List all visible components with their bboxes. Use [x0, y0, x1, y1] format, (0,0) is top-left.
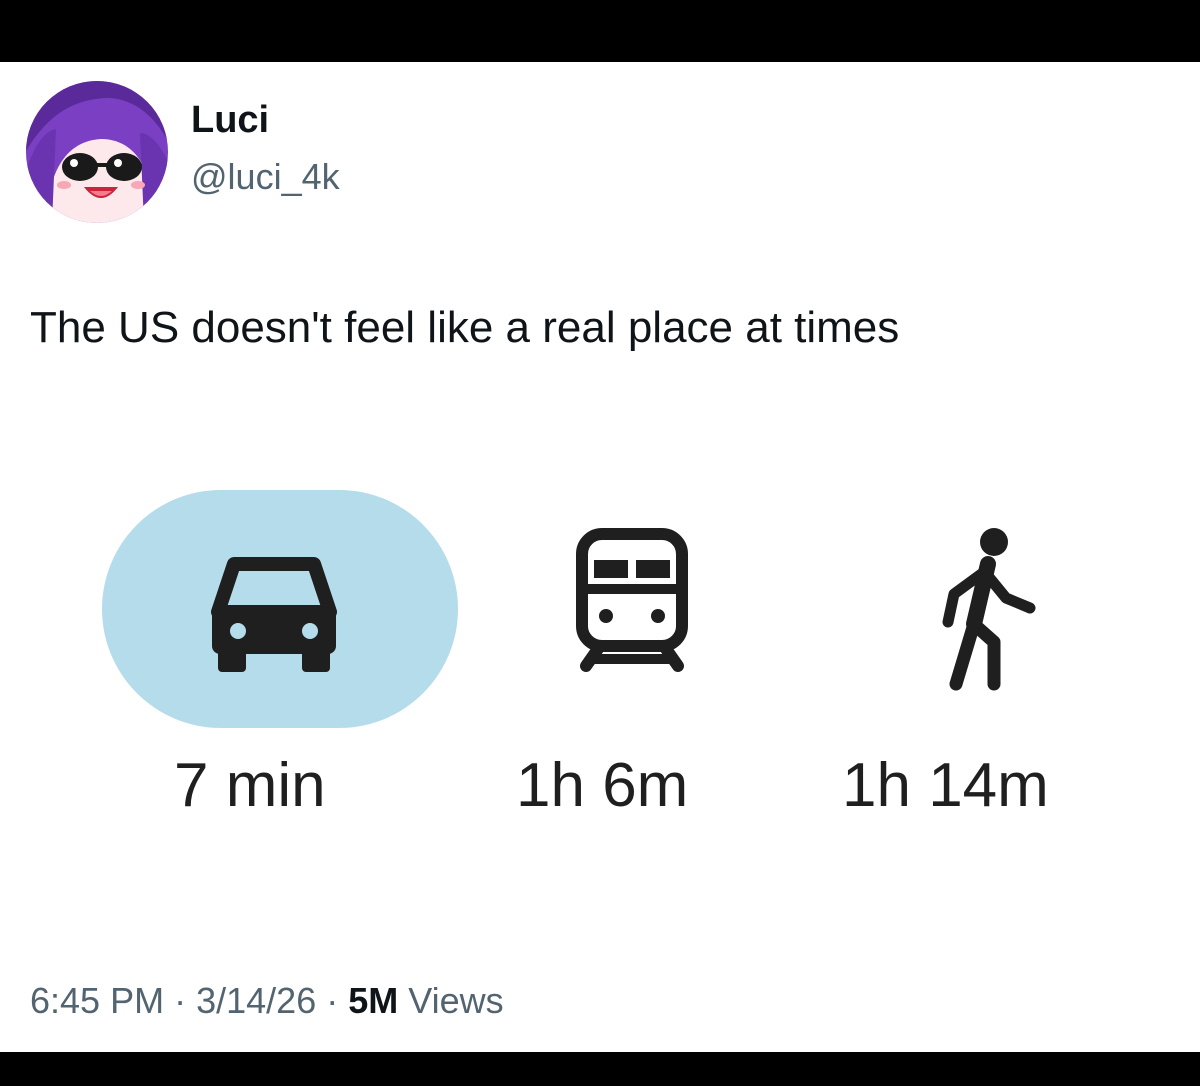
walking-person-icon: [934, 524, 1044, 699]
tweet-text: The US doesn't feel like a real place at…: [30, 303, 900, 352]
views-count: 5M: [348, 980, 399, 1021]
views-label: Views: [408, 980, 504, 1021]
author-handle[interactable]: @luci_4k: [191, 156, 340, 198]
car-duration: 7 min: [174, 751, 326, 820]
tweet-time[interactable]: 6:45 PM: [30, 980, 164, 1021]
tweet-media-travel-modes[interactable]: 7 min 1h 6m 1h 14m: [0, 482, 1200, 882]
tweet-card: Luci @luci_4k The US doesn't feel like a…: [0, 62, 1200, 1052]
transit-duration: 1h 6m: [516, 751, 689, 820]
train-icon: [572, 524, 692, 679]
meta-separator: ·: [326, 980, 339, 1021]
avatar[interactable]: [26, 81, 168, 223]
walk-duration: 1h 14m: [842, 751, 1049, 820]
tweet-date[interactable]: 3/14/26: [196, 980, 316, 1021]
tweet-meta: 6:45 PM · 3/14/26 · 5M Views: [30, 979, 504, 1023]
meta-separator: ·: [174, 980, 187, 1021]
author-display-name[interactable]: Luci: [191, 98, 269, 142]
car-icon: [204, 552, 344, 677]
